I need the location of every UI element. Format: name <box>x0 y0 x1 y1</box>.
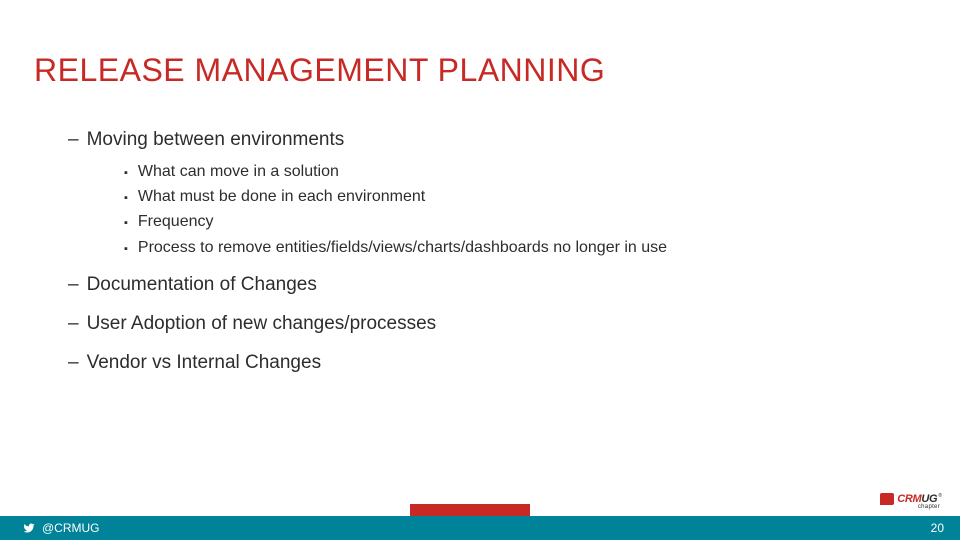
twitter-text: @CRMUG <box>42 521 100 535</box>
list-item: ‒ Documentation of Changes <box>68 273 920 298</box>
list-item: ▪ Process to remove entities/fields/view… <box>124 237 920 259</box>
twitter-handle: @CRMUG <box>22 521 100 535</box>
list-item: ▪ What must be done in each environment <box>124 186 920 208</box>
list-item: ‒ Vendor vs Internal Changes <box>68 351 920 376</box>
dash-bullet-icon: ‒ <box>68 312 79 337</box>
logo-badge-icon <box>880 493 894 505</box>
list-item-text: Frequency <box>138 211 214 233</box>
list-item: ▪ What can move in a solution <box>124 161 920 183</box>
list-item-text: Moving between environments <box>87 128 345 153</box>
slide-title: RELEASE MANAGEMENT PLANNING <box>34 52 605 89</box>
crmug-logo: CRMUG ® chapter <box>880 493 942 510</box>
list-item-text: Vendor vs Internal Changes <box>87 351 322 376</box>
list-item-text: User Adoption of new changes/processes <box>87 312 437 337</box>
dash-bullet-icon: ‒ <box>68 128 79 153</box>
square-bullet-icon: ▪ <box>124 215 128 233</box>
list-item: ‒ Moving between environments <box>68 128 920 153</box>
list-item-text: What must be done in each environment <box>138 186 425 208</box>
slide-content: ‒ Moving between environments ▪ What can… <box>68 128 920 375</box>
footer-bar: @CRMUG 20 <box>0 516 960 540</box>
page-number: 20 <box>931 521 944 535</box>
logo-chapter: chapter <box>918 504 940 510</box>
list-item-text: Documentation of Changes <box>87 273 317 298</box>
square-bullet-icon: ▪ <box>124 165 128 183</box>
list-item: ▪ Frequency <box>124 211 920 233</box>
list-item-text: Process to remove entities/fields/views/… <box>138 237 667 259</box>
square-bullet-icon: ▪ <box>124 241 128 259</box>
dash-bullet-icon: ‒ <box>68 273 79 298</box>
square-bullet-icon: ▪ <box>124 190 128 208</box>
twitter-icon <box>22 522 36 534</box>
list-item: ‒ User Adoption of new changes/processes <box>68 312 920 337</box>
registered-icon: ® <box>938 493 942 499</box>
slide: RELEASE MANAGEMENT PLANNING ‒ Moving bet… <box>0 0 960 540</box>
dash-bullet-icon: ‒ <box>68 351 79 376</box>
sublist: ▪ What can move in a solution ▪ What mus… <box>124 161 920 260</box>
list-item-text: What can move in a solution <box>138 161 339 183</box>
